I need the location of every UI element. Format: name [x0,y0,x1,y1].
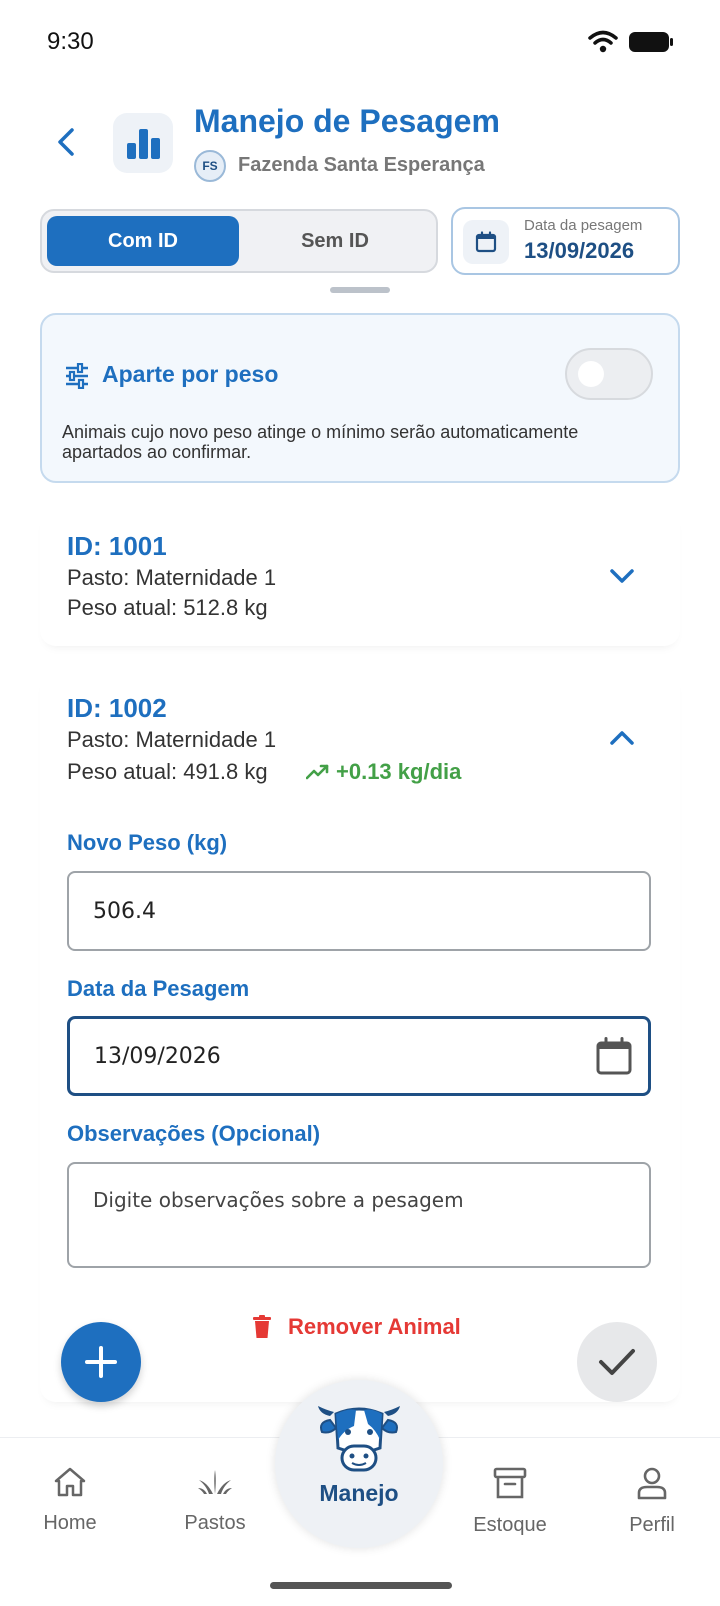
back-button[interactable] [44,120,88,164]
nav-home-label: Home [43,1512,97,1534]
nav-manejo-label: Manejo [319,1480,399,1506]
nav-estoque-label: Estoque [473,1514,547,1536]
nav-perfil-label: Perfil [629,1514,675,1536]
plus-icon [85,1346,117,1378]
animal-id: ID: 1001 [67,531,167,561]
farm-avatar: FS [194,150,226,182]
cow-icon [318,1406,400,1472]
date-picker-value: 13/09/2026 [524,238,635,263]
notes-placeholder: Digite observações sobre a pesagem [93,1188,464,1212]
status-icons [588,30,674,54]
battery-icon [629,32,673,52]
archive-icon [493,1467,527,1499]
calendar-icon[interactable] [596,1037,632,1075]
drag-handle[interactable] [330,287,390,293]
trending-up-icon [306,764,329,780]
nav-estoque[interactable]: Estoque [458,1466,562,1537]
date-picker-label: Data da pesagem [524,217,643,234]
nav-home[interactable]: Home [28,1466,112,1535]
nav-pastos[interactable]: Pastos [170,1466,260,1535]
new-weight-input[interactable]: 506.4 [67,871,651,951]
date-label: Data da Pesagem [67,976,250,1001]
notes-label: Observações (Opcional) [67,1121,321,1146]
calendar-icon [463,220,509,264]
date-input[interactable]: 13/09/2026 [67,1016,651,1096]
person-icon [637,1467,667,1500]
aparte-switch-knob [578,361,604,387]
tab-com-id[interactable]: Com ID [47,216,239,266]
aparte-description: Animais cujo novo peso atinge o mínimo s… [62,422,579,462]
home-indicator [270,1582,452,1589]
remove-animal-label: Remover Animal [288,1314,461,1339]
tab-sem-id[interactable]: Sem ID [239,216,431,266]
status-time: 9:30 [47,28,94,55]
page-title: Manejo de Pesagem [194,103,500,139]
home-icon [54,1467,86,1497]
new-weight-label: Novo Peso (kg) [67,830,228,855]
animal-id: ID: 1002 [67,693,167,723]
grass-icon [198,1470,232,1494]
bar-chart-icon [113,113,173,173]
check-icon [599,1349,635,1375]
remove-animal-button[interactable]: Remover Animal [252,1314,461,1340]
growth-rate: +0.13 kg/dia [306,759,461,785]
chevron-down-icon[interactable] [605,559,639,593]
animal-pasture: Pasto: Maternidade 1 [67,727,277,752]
notes-textarea[interactable]: Digite observações sobre a pesagem [67,1162,651,1268]
animal-weight: Peso atual: 512.8 kg [67,595,268,620]
animal-weight: Peso atual: 491.8 kg [67,759,268,784]
nav-manejo[interactable]: Manejo [275,1380,443,1548]
nav-perfil[interactable]: Perfil [612,1466,692,1537]
trash-icon [253,1315,271,1338]
aparte-title: Aparte por peso [102,361,279,387]
add-animal-button[interactable] [61,1322,141,1402]
chevron-left-icon [58,128,74,156]
animal-pasture: Pasto: Maternidade 1 [67,565,277,590]
confirm-button[interactable] [577,1322,657,1402]
chevron-up-icon[interactable] [605,721,639,755]
farm-name: Fazenda Santa Esperança [238,154,485,176]
growth-value: +0.13 kg/dia [336,759,462,784]
new-weight-value: 506.4 [93,898,156,924]
tune-icon [66,363,88,389]
wifi-icon [588,30,618,53]
nav-pastos-label: Pastos [184,1512,246,1534]
date-value: 13/09/2026 [94,1043,221,1069]
